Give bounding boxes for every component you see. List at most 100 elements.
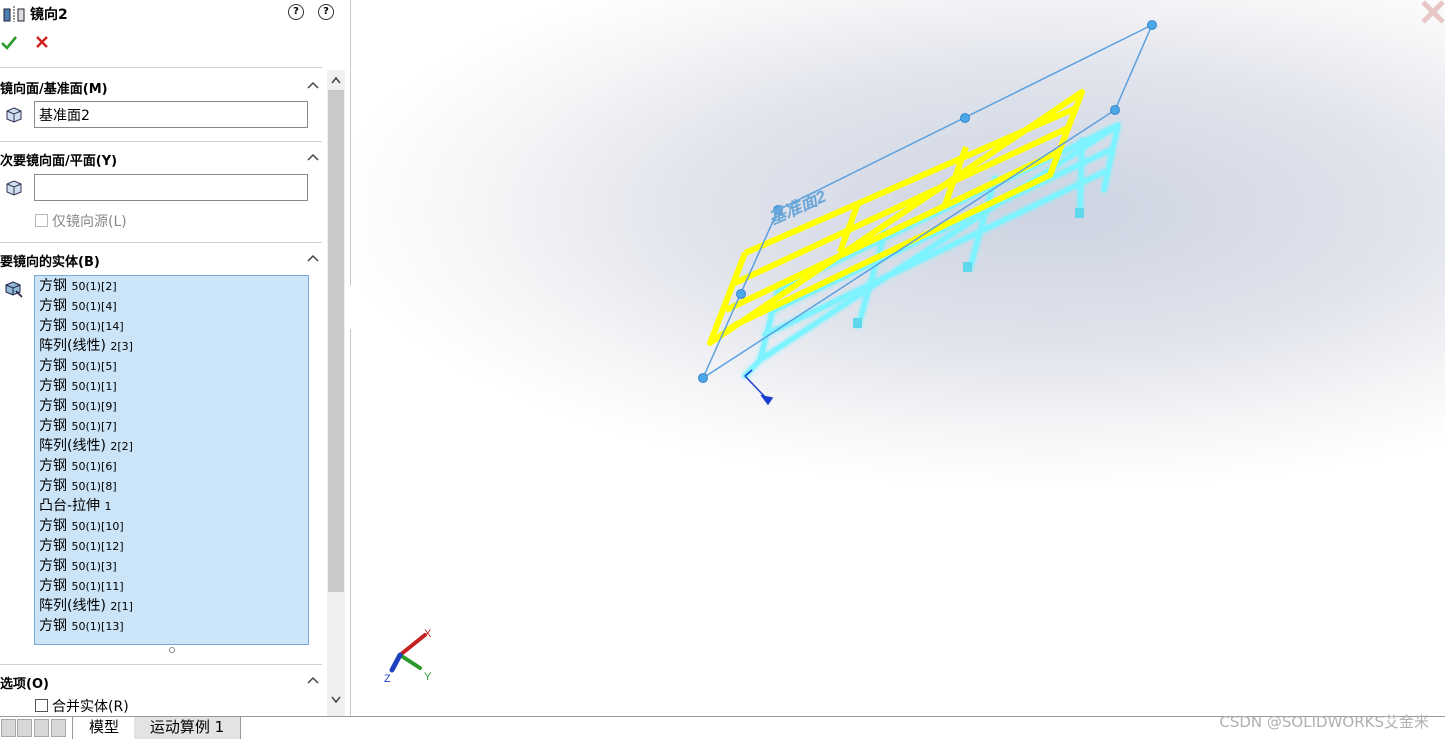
separator — [0, 664, 322, 665]
section-title-bodies: 要镜向的实体(B) — [0, 255, 100, 270]
section-title-mirror-face: 镜向面/基准面(M) — [0, 82, 108, 97]
separator — [0, 242, 322, 243]
mirror-source-only-label: 仅镜向源(L) — [52, 214, 127, 230]
collapse-chevron-icon[interactable] — [306, 675, 320, 685]
list-item-suffix: 50(1)[9] — [71, 400, 117, 413]
list-item-suffix: 50(1)[8] — [71, 480, 117, 493]
body-icon — [5, 281, 23, 298]
list-item-suffix: 50(1)[4] — [71, 300, 117, 313]
list-item[interactable]: 方钢 50(1)[4] — [35, 296, 308, 316]
axis-triad-icon: X Y Z — [384, 628, 432, 685]
list-item-suffix: 50(1)[14] — [71, 320, 124, 333]
list-item[interactable]: 方钢 50(1)[2] — [35, 276, 308, 296]
axis-x-label: X — [424, 628, 432, 640]
last-tab-icon[interactable] — [51, 719, 66, 737]
list-item-name: 方钢 — [39, 278, 67, 294]
list-item[interactable]: 方钢 50(1)[9] — [35, 396, 308, 416]
section-title-secondary-face: 次要镜向面/平面(Y) — [0, 154, 118, 169]
list-item-name: 方钢 — [39, 578, 67, 594]
list-item-name: 方钢 — [39, 398, 67, 414]
watermark: CSDN @SOLIDWORKS艾金米 — [1219, 713, 1429, 731]
list-item-name: 阵列(线性) — [39, 338, 106, 354]
help-icon[interactable]: ? — [318, 4, 334, 20]
list-item-suffix: 50(1)[5] — [71, 360, 117, 373]
list-item-name: 方钢 — [39, 378, 67, 394]
list-item-suffix: 50(1)[7] — [71, 420, 117, 433]
secondary-face-input[interactable] — [34, 174, 308, 201]
list-item-name: 方钢 — [39, 298, 67, 314]
list-item-suffix: 50(1)[13] — [71, 620, 124, 633]
list-item[interactable]: 方钢 50(1)[14] — [35, 316, 308, 336]
first-tab-icon[interactable] — [1, 719, 16, 737]
merge-bodies-checkbox[interactable] — [35, 699, 48, 712]
list-item-suffix: 50(1)[2] — [71, 280, 117, 293]
tab-model[interactable]: 模型 — [72, 717, 136, 739]
next-tab-icon[interactable] — [34, 719, 49, 737]
tab-motion-study[interactable]: 运动算例 1 — [134, 717, 241, 739]
list-item-name: 凸台-拉伸 — [39, 498, 101, 514]
property-manager-panel: 镜向2 ? ? 镜向面/基准面(M) 基准面2 次要镜向面/平面(Y) 仅镜向源… — [0, 0, 351, 716]
mirror-source-only-checkbox[interactable] — [35, 214, 48, 227]
panel-header: 镜向2 ? ? — [0, 0, 350, 28]
list-item-suffix: 2[2] — [110, 440, 133, 453]
list-item[interactable]: 阵列(线性) 2[2] — [35, 436, 308, 456]
resize-handle-icon[interactable] — [169, 647, 175, 653]
list-item-suffix: 50(1)[12] — [71, 540, 124, 553]
merge-bodies-label: 合并实体(R) — [52, 699, 129, 715]
list-item-name: 方钢 — [39, 458, 67, 474]
list-item-suffix: 2[3] — [110, 340, 133, 353]
separator — [0, 141, 322, 142]
cube-icon — [6, 107, 22, 123]
list-item[interactable]: 方钢 50(1)[3] — [35, 556, 308, 576]
cancel-button[interactable] — [34, 34, 52, 56]
scroll-up-icon[interactable] — [329, 74, 343, 86]
close-icon — [36, 36, 48, 48]
mirror-feature-icon — [3, 6, 25, 22]
list-item[interactable]: 方钢 50(1)[12] — [35, 536, 308, 556]
list-item-suffix: 50(1)[10] — [71, 520, 124, 533]
list-item[interactable]: 方钢 50(1)[6] — [35, 456, 308, 476]
list-item-name: 方钢 — [39, 618, 67, 634]
collapse-chevron-icon[interactable] — [306, 253, 320, 263]
graphics-viewport[interactable]: 基准面2 X Y Z — [351, 0, 1445, 716]
list-item[interactable]: 方钢 50(1)[8] — [35, 476, 308, 496]
list-item[interactable]: 方钢 50(1)[10] — [35, 516, 308, 536]
ok-button[interactable] — [0, 34, 18, 56]
list-item-suffix: 50(1)[1] — [71, 380, 117, 393]
list-item-suffix: 2[1] — [110, 600, 133, 613]
list-item-suffix: 50(1)[11] — [71, 580, 124, 593]
model-scene: 基准面2 X Y Z — [384, 20, 1157, 685]
list-item-suffix: 50(1)[3] — [71, 560, 117, 573]
section-title-options: 选项(O) — [0, 677, 49, 692]
collapse-chevron-icon[interactable] — [306, 80, 320, 90]
list-item[interactable]: 方钢 50(1)[7] — [35, 416, 308, 436]
list-item-name: 方钢 — [39, 418, 67, 434]
list-item[interactable]: 方钢 50(1)[13] — [35, 616, 308, 636]
scrollbar-thumb[interactable] — [328, 90, 344, 592]
list-item-name: 方钢 — [39, 558, 67, 574]
axis-z-label: Z — [384, 673, 391, 685]
separator — [0, 67, 322, 68]
list-item[interactable]: 方钢 50(1)[1] — [35, 376, 308, 396]
list-item-name: 阵列(线性) — [39, 598, 106, 614]
list-item-suffix: 50(1)[6] — [71, 460, 117, 473]
list-item-name: 方钢 — [39, 318, 67, 334]
list-item-name: 方钢 — [39, 518, 67, 534]
collapse-chevron-icon[interactable] — [306, 152, 320, 162]
list-item[interactable]: 阵列(线性) 2[1] — [35, 596, 308, 616]
bodies-list[interactable]: 方钢 50(1)[2] 方钢 50(1)[4] 方钢 50(1)[14] 阵列(线性)… — [34, 275, 309, 645]
list-item[interactable]: 凸台-拉伸 1 — [35, 496, 308, 516]
list-item[interactable]: 方钢 50(1)[5] — [35, 356, 308, 376]
prev-tab-icon[interactable] — [17, 719, 32, 737]
list-item-name: 方钢 — [39, 538, 67, 554]
list-item[interactable]: 方钢 50(1)[11] — [35, 576, 308, 596]
panel-title: 镜向2 — [30, 7, 68, 23]
mirror-face-input[interactable]: 基准面2 — [34, 101, 308, 128]
scroll-down-icon[interactable] — [329, 694, 343, 706]
list-item[interactable]: 阵列(线性) 2[3] — [35, 336, 308, 356]
check-icon — [1, 36, 18, 50]
help-star-icon[interactable]: ? — [288, 4, 304, 20]
source-body — [707, 89, 1085, 346]
list-item-name: 方钢 — [39, 358, 67, 374]
list-item-name: 阵列(线性) — [39, 438, 106, 454]
